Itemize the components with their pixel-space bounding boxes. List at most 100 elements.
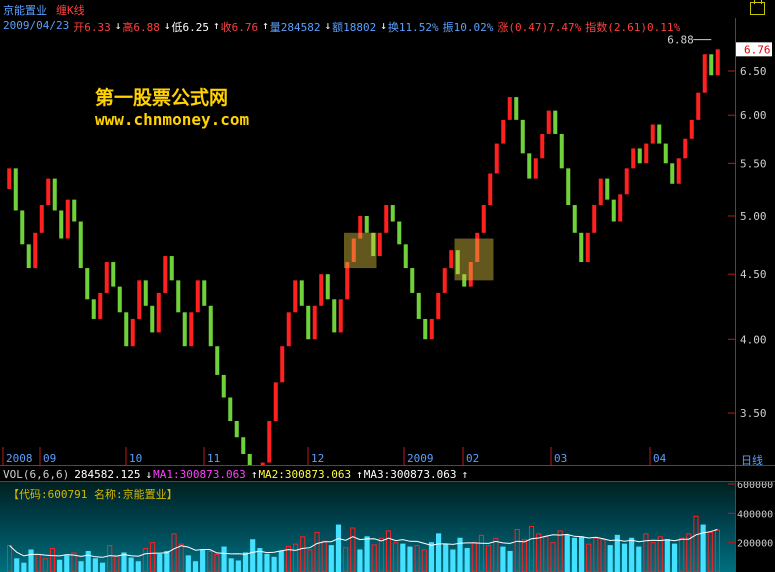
candle[interactable] bbox=[325, 274, 330, 300]
candle[interactable] bbox=[624, 168, 629, 195]
candle[interactable] bbox=[546, 110, 551, 134]
candle[interactable] bbox=[592, 205, 597, 233]
candle[interactable] bbox=[65, 199, 70, 239]
volume-bar[interactable] bbox=[385, 530, 392, 572]
candle[interactable] bbox=[709, 54, 714, 76]
candle[interactable] bbox=[397, 221, 402, 245]
candle[interactable] bbox=[501, 119, 506, 144]
candle[interactable] bbox=[533, 158, 538, 179]
candle[interactable] bbox=[507, 97, 512, 120]
candle[interactable] bbox=[286, 312, 291, 347]
candle[interactable] bbox=[163, 256, 168, 293]
volume-bar[interactable] bbox=[514, 528, 520, 572]
volume-bar[interactable] bbox=[185, 555, 191, 572]
candle[interactable] bbox=[91, 299, 96, 319]
volume-bar[interactable] bbox=[421, 549, 427, 572]
candle[interactable] bbox=[72, 199, 77, 222]
candle[interactable] bbox=[59, 210, 64, 239]
candle[interactable] bbox=[559, 133, 564, 169]
lock-icon[interactable] bbox=[750, 0, 765, 15]
candle[interactable] bbox=[124, 312, 129, 347]
candle[interactable] bbox=[117, 286, 122, 313]
volume-bar[interactable] bbox=[400, 543, 406, 572]
candle[interactable] bbox=[234, 421, 239, 438]
volume-bar[interactable] bbox=[407, 546, 413, 572]
volume-bar[interactable] bbox=[107, 545, 113, 572]
candle[interactable] bbox=[26, 244, 31, 269]
candle[interactable] bbox=[46, 178, 51, 206]
volume-bar[interactable] bbox=[378, 537, 384, 572]
candle[interactable] bbox=[663, 143, 668, 164]
volume-bar[interactable] bbox=[228, 558, 234, 572]
volume-bar[interactable] bbox=[250, 539, 256, 572]
volume-bar[interactable] bbox=[350, 527, 356, 572]
candle[interactable] bbox=[7, 168, 12, 190]
volume-bar[interactable] bbox=[171, 533, 177, 572]
volume-bar[interactable] bbox=[671, 543, 678, 572]
volume-bar[interactable] bbox=[164, 550, 170, 572]
volume-bar[interactable] bbox=[357, 549, 363, 572]
volume-bar[interactable] bbox=[35, 553, 41, 572]
candle[interactable] bbox=[527, 153, 532, 179]
candle[interactable] bbox=[481, 205, 486, 233]
candle[interactable] bbox=[273, 382, 278, 422]
candle[interactable] bbox=[702, 54, 707, 93]
candle[interactable] bbox=[683, 138, 688, 159]
candle[interactable] bbox=[670, 163, 675, 184]
volume-bar[interactable] bbox=[550, 542, 556, 572]
volume-bar[interactable] bbox=[450, 549, 456, 572]
volume-bar[interactable] bbox=[371, 544, 377, 572]
candle[interactable] bbox=[605, 178, 610, 200]
candle[interactable] bbox=[150, 305, 155, 333]
volume-bar[interactable] bbox=[478, 534, 485, 572]
volume-bar[interactable] bbox=[121, 552, 127, 572]
volume-bar[interactable] bbox=[607, 545, 613, 572]
volume-bar[interactable] bbox=[586, 543, 592, 572]
candle[interactable] bbox=[676, 158, 681, 184]
candle[interactable] bbox=[540, 133, 545, 159]
candle[interactable] bbox=[657, 124, 662, 144]
candle[interactable] bbox=[312, 305, 317, 340]
volume-bar[interactable] bbox=[679, 537, 685, 572]
volume-bar[interactable] bbox=[114, 555, 120, 572]
volume-bar[interactable] bbox=[521, 539, 527, 572]
volume-bar[interactable] bbox=[593, 537, 599, 572]
candle[interactable] bbox=[182, 312, 187, 347]
candle[interactable] bbox=[384, 205, 389, 233]
candle[interactable] bbox=[429, 318, 434, 340]
candle[interactable] bbox=[299, 280, 304, 306]
volume-bar[interactable] bbox=[49, 548, 56, 572]
volume-bar[interactable] bbox=[650, 542, 656, 572]
chart-mode-tab[interactable]: 缠K线 bbox=[56, 2, 85, 18]
volume-bar[interactable] bbox=[214, 553, 220, 572]
candle[interactable] bbox=[514, 97, 519, 120]
candle[interactable] bbox=[143, 280, 148, 306]
candle[interactable] bbox=[403, 244, 408, 269]
volume-bar[interactable] bbox=[571, 537, 577, 572]
candle[interactable] bbox=[449, 250, 454, 269]
candle[interactable] bbox=[319, 274, 324, 306]
candle[interactable] bbox=[332, 299, 337, 333]
candle[interactable] bbox=[410, 268, 415, 293]
volume-bar[interactable] bbox=[621, 543, 628, 572]
volume-bar[interactable] bbox=[178, 543, 184, 572]
volume-bar[interactable] bbox=[78, 561, 84, 572]
volume-bar[interactable] bbox=[271, 556, 277, 572]
candle[interactable] bbox=[189, 312, 194, 347]
volume-bar[interactable] bbox=[643, 533, 649, 572]
candle[interactable] bbox=[631, 148, 636, 169]
candle[interactable] bbox=[364, 215, 369, 233]
volume-bar[interactable] bbox=[414, 545, 420, 572]
volume-bar[interactable] bbox=[543, 536, 549, 572]
candle[interactable] bbox=[215, 346, 220, 375]
candle[interactable] bbox=[176, 280, 181, 313]
volume-bar[interactable] bbox=[300, 536, 306, 572]
volume-bar[interactable] bbox=[364, 536, 370, 572]
volume-bar[interactable] bbox=[657, 536, 663, 572]
candle[interactable] bbox=[85, 268, 90, 300]
candle[interactable] bbox=[442, 268, 447, 293]
candle[interactable] bbox=[137, 280, 142, 319]
volume-bar[interactable] bbox=[192, 561, 199, 572]
volume-bar[interactable] bbox=[85, 550, 91, 572]
volume-bar[interactable] bbox=[493, 537, 499, 572]
